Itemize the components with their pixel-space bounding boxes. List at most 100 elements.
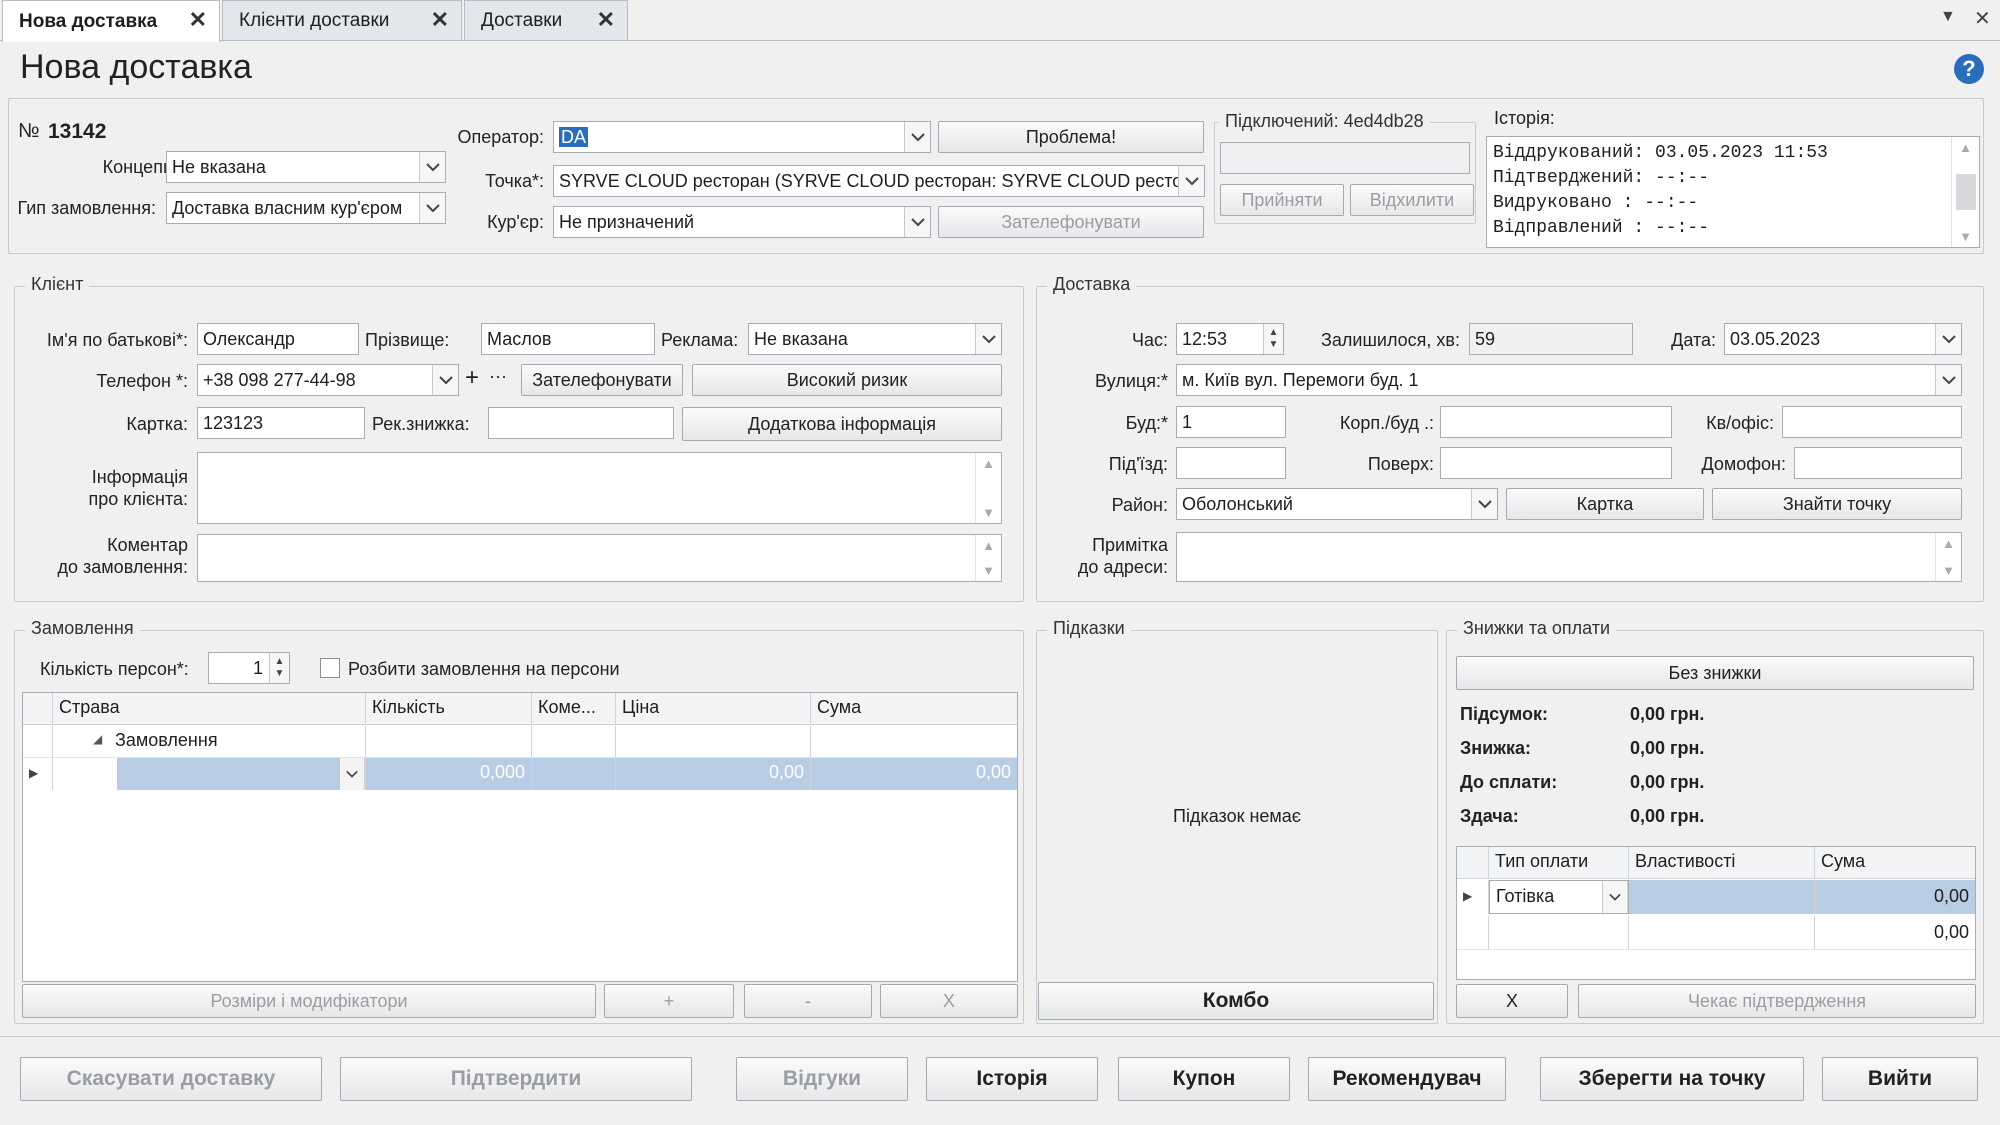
apartment-field[interactable] (1782, 406, 1962, 438)
confirm-button[interactable]: Підтвердити (340, 1057, 692, 1101)
table-row[interactable]: ▶ 0,000 0,00 0,00 (23, 758, 1017, 790)
phone-field[interactable]: +38 098 277-44-98 (197, 364, 459, 396)
help-icon[interactable]: ? (1954, 54, 1984, 84)
scrollbar[interactable]: ▲ ▼ (1935, 533, 1961, 581)
history-scrollbar[interactable]: ▲ ▼ (1951, 137, 1979, 247)
problem-button[interactable]: Проблема! (938, 121, 1204, 153)
operator-select[interactable]: DA (553, 121, 931, 153)
add-item-button[interactable]: + (604, 984, 734, 1018)
persons-field[interactable]: 1 ▲ ▼ (208, 652, 290, 684)
point-select[interactable]: SYRVE CLOUD ресторан (SYRVE CLOUD рестор… (553, 165, 1205, 197)
more-icon[interactable]: ··· (489, 366, 507, 387)
order-type-select[interactable]: Доставка власним кур'єром (166, 192, 446, 224)
chevron-down-icon[interactable]: ▼ (982, 505, 995, 520)
chevron-down-icon[interactable]: ▼ (1959, 229, 1972, 244)
chevron-down-icon[interactable] (904, 122, 930, 152)
district-select[interactable]: Оболонський (1176, 488, 1498, 520)
discount-field[interactable] (488, 407, 674, 439)
scrollbar[interactable]: ▲ ▼ (975, 535, 1001, 581)
scroll-thumb[interactable] (1955, 174, 1976, 210)
persons-spinner[interactable]: ▲ ▼ (269, 653, 289, 683)
remove-payment-button[interactable]: X (1456, 984, 1568, 1018)
close-icon[interactable]: ✕ (597, 7, 615, 33)
entrance-field[interactable] (1176, 447, 1286, 479)
column-header[interactable]: Властивості (1629, 847, 1815, 878)
chevron-up-icon[interactable]: ▲ (1959, 140, 1972, 155)
tab-new-delivery[interactable]: Нова доставка ✕ (2, 0, 220, 42)
recommender-button[interactable]: Рекомендувач (1308, 1057, 1506, 1101)
payment-sum-cell[interactable]: 0,00 (1815, 880, 1975, 914)
concept-select[interactable]: Не вказана (166, 151, 446, 183)
chevron-down-icon[interactable] (1178, 166, 1204, 196)
card-field[interactable]: 123123 (197, 407, 365, 439)
reviews-button[interactable]: Відгуки (736, 1057, 908, 1101)
find-point-button[interactable]: Знайти точку (1712, 488, 1962, 520)
scrollbar[interactable]: ▲ ▼ (975, 453, 1001, 523)
building-field[interactable] (1440, 406, 1672, 438)
price-cell[interactable]: 0,00 (616, 758, 811, 790)
column-header[interactable]: Ціна (616, 693, 811, 724)
awaiting-confirmation-button[interactable]: Чекає підтвердження (1578, 984, 1976, 1018)
history-button[interactable]: Історія (926, 1057, 1098, 1101)
tab-deliveries[interactable]: Доставки ✕ (464, 0, 628, 40)
name-field[interactable]: Олександр (197, 323, 359, 355)
house-field[interactable]: 1 (1176, 406, 1286, 438)
no-discount-button[interactable]: Без знижки (1456, 656, 1974, 690)
column-header[interactable]: Тип оплати (1489, 847, 1629, 878)
tab-delivery-clients[interactable]: Клієнти доставки ✕ (222, 0, 462, 40)
exit-button[interactable]: Вийти (1822, 1057, 1978, 1101)
column-header[interactable]: Страва (53, 693, 366, 724)
delete-item-button[interactable]: X (880, 984, 1018, 1018)
cancel-delivery-button[interactable]: Скасувати доставку (20, 1057, 322, 1101)
close-icon[interactable]: ✕ (431, 7, 449, 33)
combo-button[interactable]: Комбо (1038, 982, 1434, 1020)
reject-button[interactable]: Відхилити (1350, 184, 1474, 216)
street-select[interactable]: м. Київ вул. Перемоги буд. 1 (1176, 364, 1962, 396)
column-header[interactable]: Сума (1815, 847, 1975, 878)
payment-props-cell[interactable] (1629, 880, 1815, 914)
sizes-modifiers-button[interactable]: Розміри і модифікатори (22, 984, 596, 1018)
sum-cell[interactable]: 0,00 (811, 758, 1017, 790)
payment-row[interactable]: 0,00 (1457, 916, 1975, 950)
address-note-textarea[interactable]: ▲ ▼ (1176, 532, 1962, 582)
chevron-down-icon[interactable]: ▼ (1942, 563, 1955, 578)
column-header[interactable]: Коме... (532, 693, 616, 724)
floor-field[interactable] (1440, 447, 1672, 479)
time-field[interactable]: 12:53 ▲ ▼ (1176, 323, 1284, 355)
qty-cell[interactable]: 0,000 (366, 758, 532, 790)
payment-type-select[interactable]: Готівка (1489, 880, 1629, 914)
chevron-down-icon[interactable] (904, 207, 930, 237)
payment-sum-cell[interactable]: 0,00 (1815, 916, 1975, 949)
call-courier-button[interactable]: Зателефонувати (938, 206, 1204, 238)
column-header[interactable]: Кількість (366, 693, 532, 724)
payment-row[interactable]: ▶ Готівка 0,00 (1457, 880, 1975, 914)
intercom-field[interactable] (1794, 447, 1962, 479)
chevron-down-icon[interactable] (975, 324, 1001, 354)
tabs-dropdown-icon[interactable]: ▼ (1940, 8, 1956, 26)
chevron-down-icon[interactable] (1935, 365, 1961, 395)
comment-cell[interactable] (532, 758, 616, 790)
client-info-textarea[interactable]: ▲ ▼ (197, 452, 1002, 524)
remove-item-button[interactable]: - (744, 984, 872, 1018)
close-window-icon[interactable]: ✕ (1974, 6, 1991, 31)
date-field[interactable]: 03.05.2023 (1724, 323, 1962, 355)
dish-select[interactable] (117, 758, 366, 790)
chevron-up-icon[interactable]: ▲ (1942, 536, 1955, 551)
close-icon[interactable]: ✕ (189, 7, 207, 33)
chevron-down-icon[interactable] (1471, 489, 1497, 519)
map-button[interactable]: Картка (1506, 488, 1704, 520)
save-to-point-button[interactable]: Зберегти на точку (1540, 1057, 1804, 1101)
chevron-down-icon[interactable] (1935, 324, 1961, 354)
ads-select[interactable]: Не вказана (748, 323, 1002, 355)
coupon-button[interactable]: Купон (1118, 1057, 1290, 1101)
split-checkbox[interactable] (320, 658, 340, 678)
add-phone-icon[interactable]: + (465, 364, 479, 392)
extra-info-button[interactable]: Додаткова інформація (682, 407, 1002, 441)
courier-select[interactable]: Не призначений (553, 206, 931, 238)
column-header[interactable]: Сума (811, 693, 1017, 724)
chevron-down-icon[interactable] (432, 365, 458, 395)
time-spinner[interactable]: ▲ ▼ (1263, 324, 1283, 354)
surname-field[interactable]: Маслов (481, 323, 655, 355)
chevron-down-icon[interactable] (339, 758, 365, 790)
chevron-down-icon[interactable] (1602, 881, 1628, 913)
